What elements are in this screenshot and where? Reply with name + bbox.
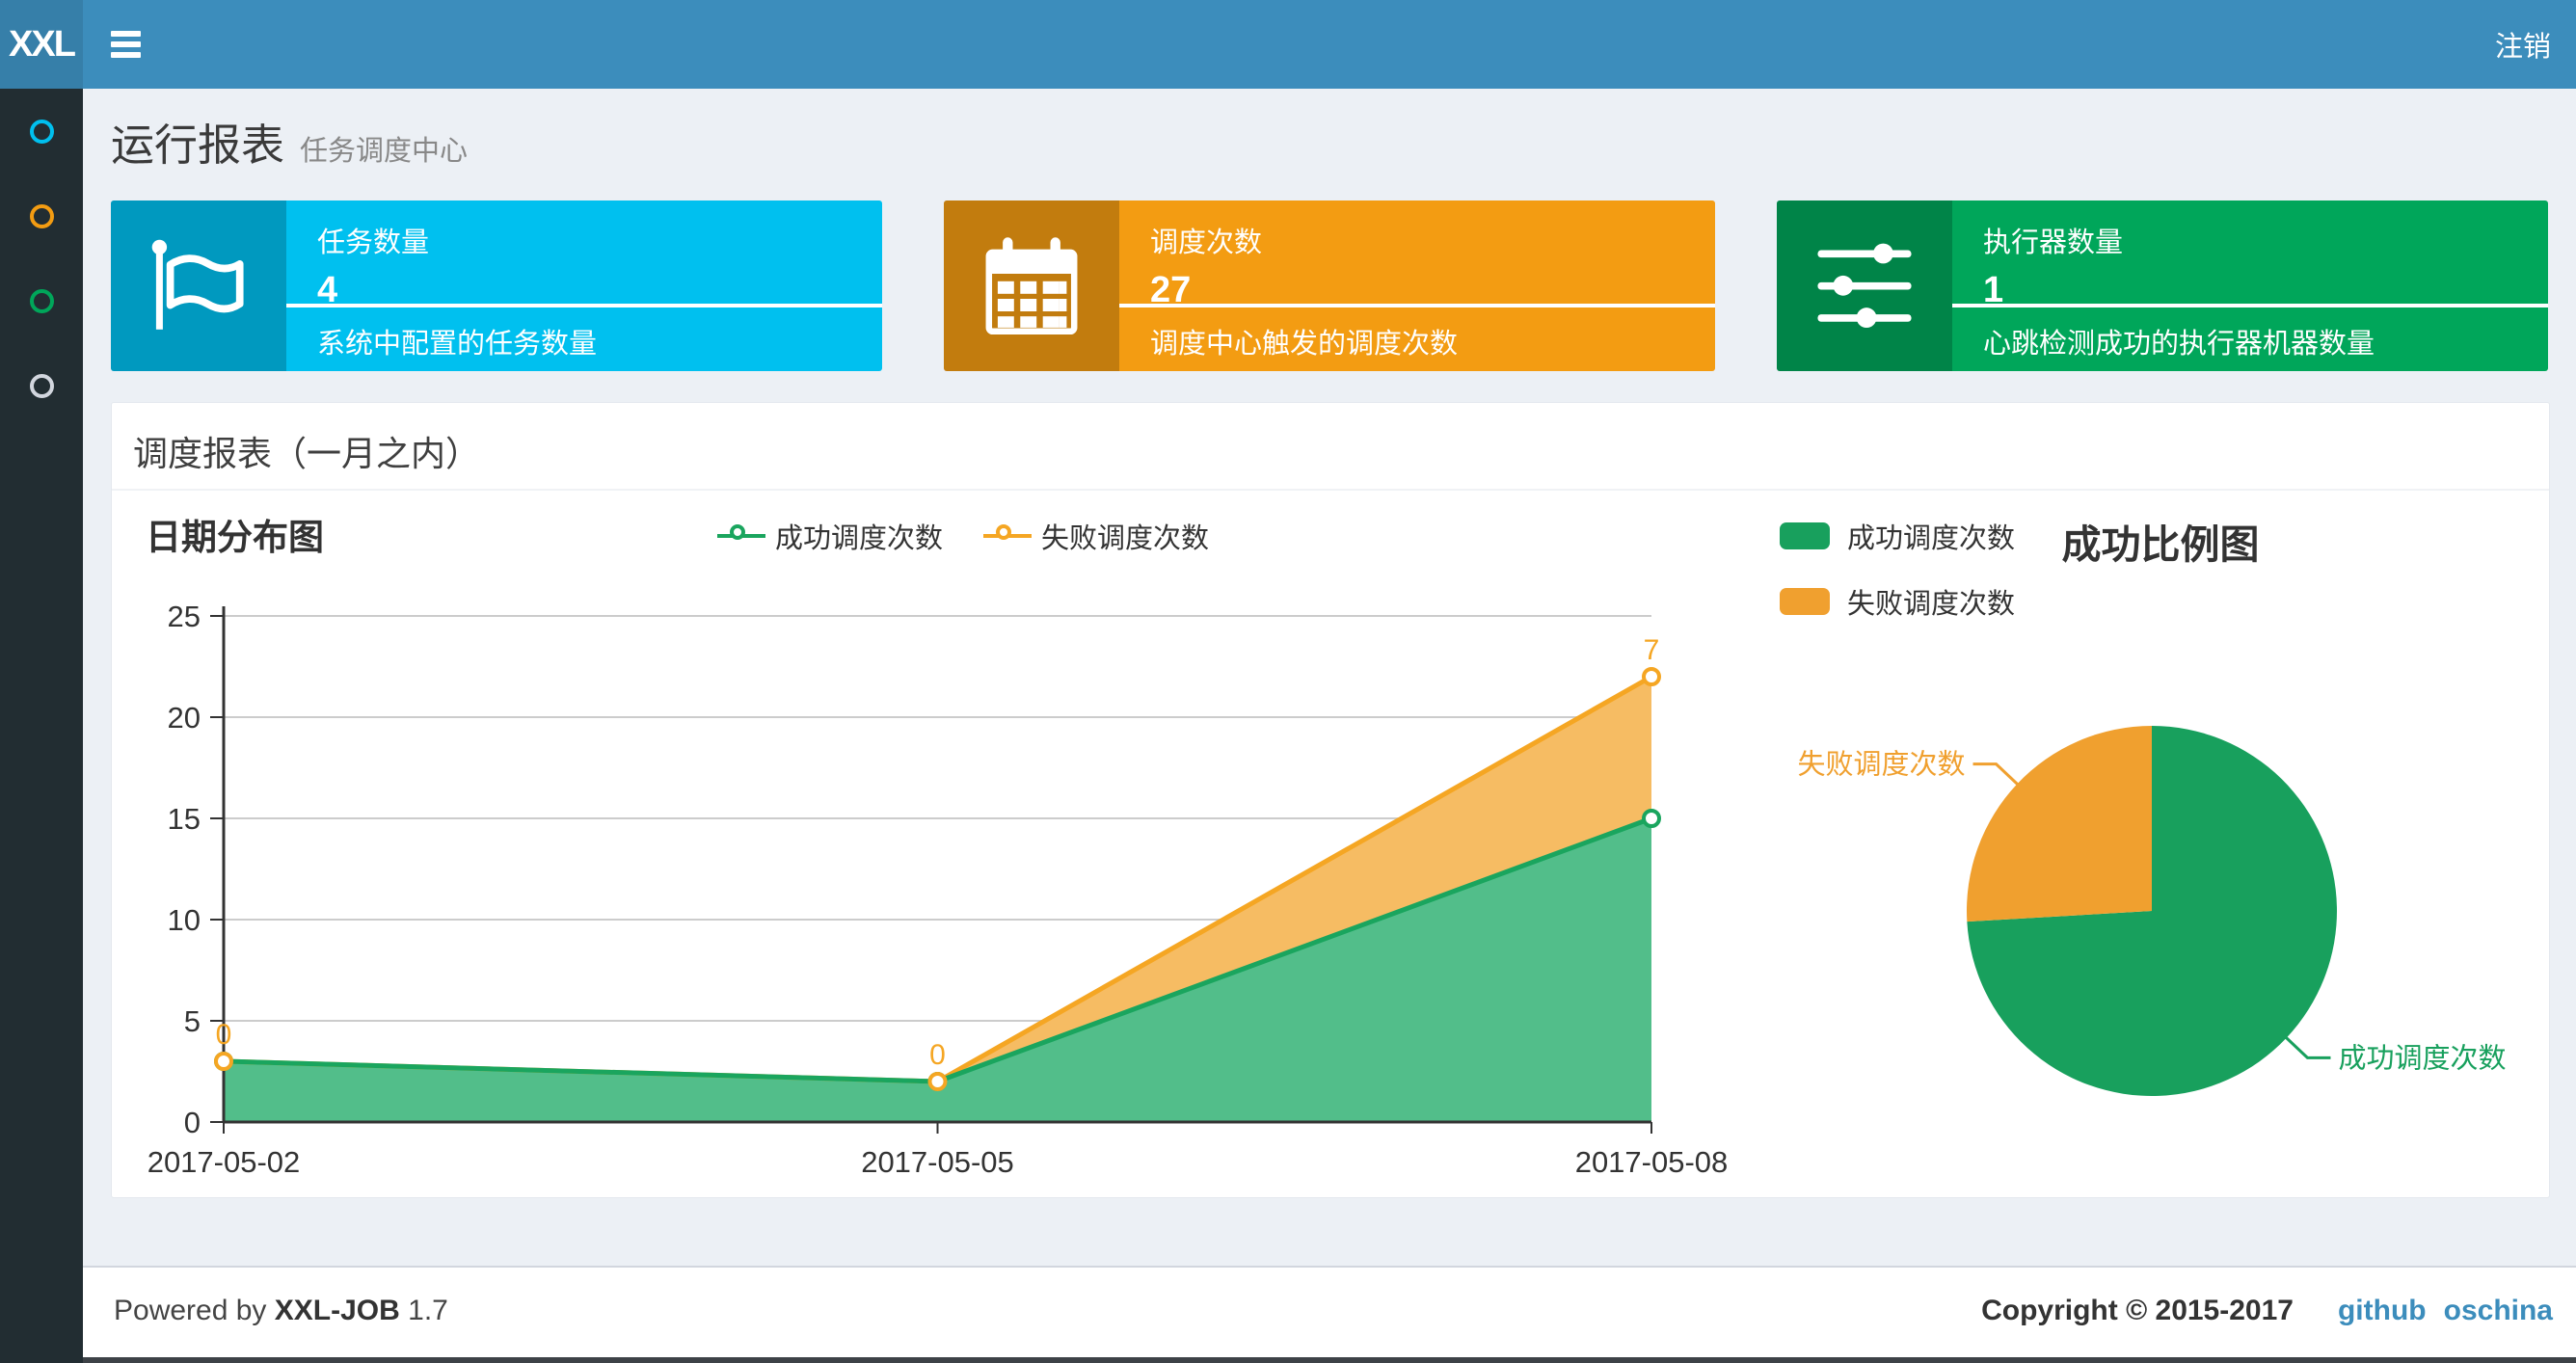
x-tick-label: 2017-05-05 [861,1145,1014,1179]
product-name: XXL-JOB [274,1295,400,1326]
panel-body: 日期分布图 成功调度次数 失败调度次数 0 5 10 15 20 25 2017-05-02 2… [112,491,2549,1197]
sidebar-nav [0,89,83,1363]
pie-label-line [1972,762,2020,787]
pie-chart-canvas: 成功调度次数 失败调度次数 [1798,726,2506,1096]
pie-slice [1967,726,2152,922]
github-link[interactable]: github [2338,1295,2427,1326]
stat-desc: 调度中心触发的调度次数 [1150,329,1459,360]
app-logo[interactable]: XXL [0,0,83,89]
sidebar-toggle-button[interactable] [89,0,162,89]
legend-swatch-icon [1780,522,1830,549]
footer-right: Copyright © 2015-2017 github oschina [1981,1295,2553,1327]
stat-label: 执行器数量 [1983,227,2124,258]
circle-icon [29,373,54,398]
circle-icon [29,203,54,228]
y-tick-label: 25 [168,600,201,633]
x-tick-label: 2017-05-02 [148,1145,301,1179]
sliders-icon [1777,200,1952,371]
divider [1952,304,2548,307]
legend-item[interactable]: 成功调度次数 [1780,516,2015,556]
legend-swatch-icon [1780,588,1830,615]
report-panel: 调度报表（一月之内） 日期分布图 成功调度次数 失败调度次数 0 5 10 15 20 25… [111,402,2550,1198]
hamburger-icon [110,31,141,58]
legend-label: 失败调度次数 [1847,589,2016,620]
pie-slice-label: 失败调度次数 [1798,749,1966,781]
stat-label: 任务数量 [317,227,430,258]
sidebar-item-joblog[interactable] [0,258,83,343]
window-bottom-edge [83,1357,2576,1363]
calendar-icon [944,200,1119,371]
data-label: 0 [216,1019,232,1051]
stat-card-jobs: 任务数量 4 系统中配置的任务数量 [111,200,882,371]
page-header: 运行报表 任务调度中心 [111,110,468,173]
legend-item[interactable]: 失败调度次数 [1780,581,2015,622]
pie-chart-legend: 成功调度次数 失败调度次数 [1780,516,2015,647]
logout-link[interactable]: 注销 [2495,0,2551,89]
panel-header: 调度报表（一月之内） [112,403,2549,491]
copyright-text: Copyright © 2015-2017 [1981,1295,2294,1326]
divider [286,304,882,307]
pie-chart-title: 成功比例图 [2061,522,2260,567]
success-ratio-chart: 成功调度次数 失败调度次数 成功比例图 成功调度次数 失败调度次数 [1741,491,2551,1197]
y-tick-label: 5 [184,1004,201,1038]
stat-card-triggers: 调度次数 27 调度中心触发的调度次数 [944,200,1715,371]
pie-label-line [2284,1035,2331,1059]
stat-label: 调度次数 [1150,227,1263,258]
circle-icon [29,119,54,144]
stat-desc: 系统中配置的任务数量 [317,329,598,360]
date-distribution-chart: 日期分布图 成功调度次数 失败调度次数 0 5 10 15 20 25 2017-05-02 2… [112,491,1741,1197]
failed-point [927,1072,948,1091]
panel-title: 调度报表（一月之内） [133,434,481,473]
top-navbar: XXL 注销 [0,0,2576,89]
divider [1119,304,1715,307]
success-point [1642,809,1661,828]
y-tick-label: 20 [168,701,201,735]
sidebar-item-jobs[interactable] [0,174,83,258]
stat-card-executors: 执行器数量 1 心跳检测成功的执行器机器数量 [1777,200,2548,371]
data-label: 0 [929,1039,946,1071]
product-version: 1.7 [408,1295,448,1326]
sidebar-item-report[interactable] [0,89,83,174]
y-tick-label: 0 [184,1106,201,1139]
area-chart-canvas: 05101520252017-05-02 2017-05-05 2017-05-08… [148,600,1729,1179]
legend-label: 成功调度次数 [1847,523,2016,554]
y-tick-label: 15 [168,802,201,836]
main-footer: Powered by XXL-JOB 1.7 Copyright © 2015-… [83,1266,2576,1357]
data-label: 7 [1644,634,1660,666]
y-tick-label: 10 [168,903,201,937]
x-tick-label: 2017-05-08 [1575,1145,1729,1179]
flag-icon [111,200,286,371]
xxl-job-dashboard: XXL 注销 运行报表 任务调度中心 任务数量 4 系统中配置的任务数量 调度次… [0,0,2576,1363]
oschina-link[interactable]: oschina [2444,1295,2553,1326]
stat-desc: 心跳检测成功的执行器机器数量 [1983,329,2375,360]
failed-point [1642,667,1661,686]
failed-point [214,1052,233,1071]
pie-slice-label: 成功调度次数 [2338,1042,2506,1074]
powered-by-text: Powered by XXL-JOB 1.7 [114,1295,448,1326]
sidebar-item-executor[interactable] [0,343,83,428]
page-subtitle: 任务调度中心 [300,136,469,167]
page-title: 运行报表 [111,120,285,170]
circle-icon [29,288,54,313]
